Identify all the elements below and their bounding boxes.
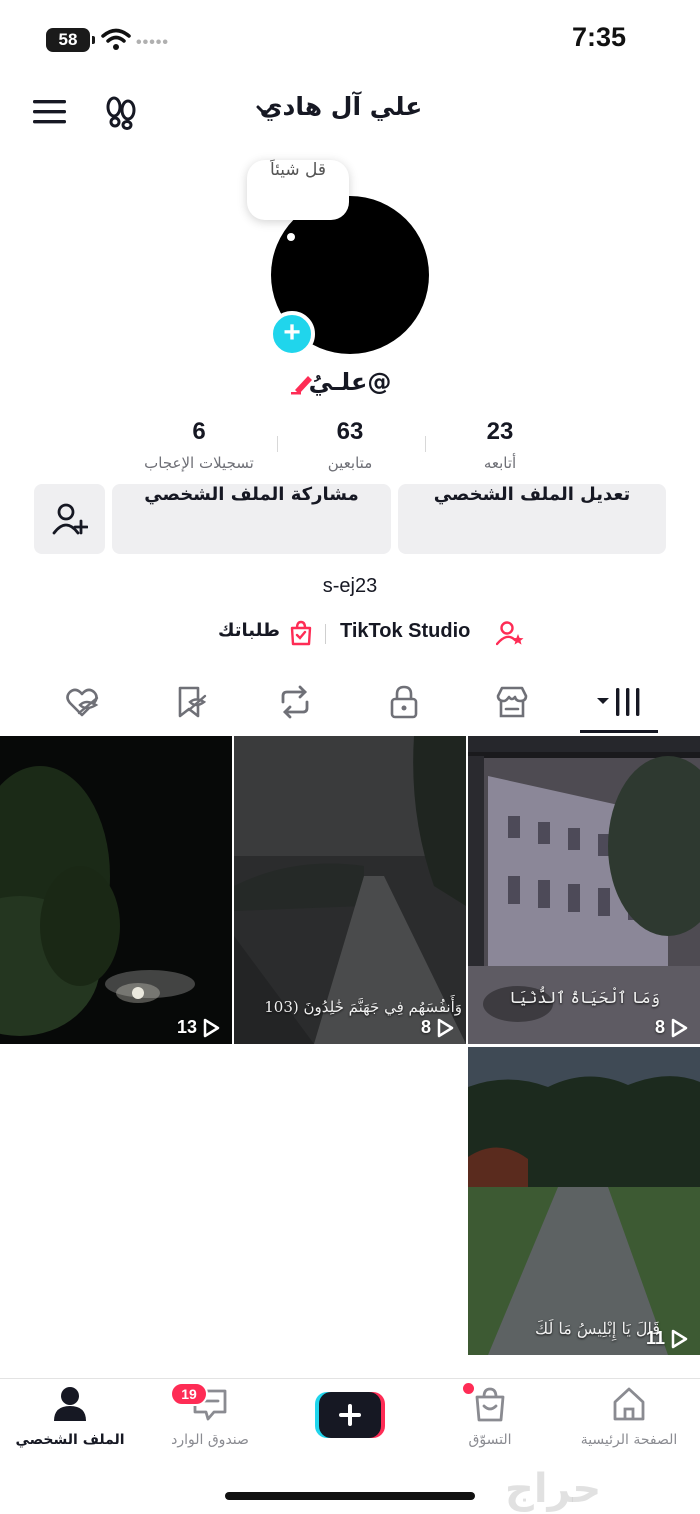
link-divider <box>325 624 326 644</box>
heart-hidden-icon <box>66 688 99 717</box>
video-caption: قَالَ يَا إِبْلِيسُ مَا لَكَ <box>534 1319 660 1338</box>
footprints-icon[interactable] <box>104 96 138 130</box>
video-thumbnail-image <box>0 736 232 1044</box>
tab-reposts[interactable] <box>265 680 325 724</box>
video-thumbnail[interactable]: 13 <box>0 736 232 1044</box>
nav-shop-label: التسوّق <box>468 1432 512 1448</box>
nav-profile[interactable]: الملف الشخصي <box>5 1384 135 1464</box>
active-tab-indicator <box>580 730 658 733</box>
shopping-bag-icon <box>475 1387 505 1422</box>
play-icon <box>437 1018 454 1037</box>
home-icon <box>613 1387 645 1421</box>
tab-private[interactable] <box>374 680 434 724</box>
bio-text: s-ej23 <box>322 575 378 597</box>
plus-icon <box>315 1392 385 1438</box>
notification-dot <box>463 1383 474 1394</box>
nav-shop[interactable]: التسوّق <box>425 1384 555 1464</box>
edit-pencil-icon[interactable] <box>289 372 315 396</box>
status-time: 7:35 <box>571 22 626 52</box>
edit-profile-button[interactable]: تعديل الملف الشخصي <box>398 484 666 554</box>
view-count-value: 8 <box>654 1017 665 1037</box>
view-count: 11 <box>646 1328 688 1349</box>
video-caption: وَأَنفُسَهُم فِي جَهَنَّمَ خَٰلِدُونَ (1… <box>264 998 462 1016</box>
nav-inbox[interactable]: صندوق الوارد <box>145 1384 275 1464</box>
add-friend-button[interactable] <box>34 484 105 554</box>
wifi-icon <box>101 28 131 50</box>
video-thumbnail-image <box>468 1047 700 1355</box>
home-indicator[interactable] <box>225 1492 475 1500</box>
note-bubble-tail <box>287 233 295 241</box>
play-icon <box>671 1018 688 1037</box>
bookmark-hidden-icon <box>178 686 207 718</box>
view-count-value: 8 <box>420 1017 431 1037</box>
add-user-icon <box>52 503 88 535</box>
tab-liked[interactable] <box>52 680 112 724</box>
battery-icon: 58 <box>46 28 95 52</box>
create-button[interactable] <box>315 1392 385 1438</box>
followers-label: متابعين <box>327 454 373 472</box>
share-profile-button[interactable]: مشاركة الملف الشخصي <box>112 484 391 554</box>
studio-icon[interactable] <box>496 620 524 646</box>
video-thumbnail[interactable]: وَمَا ٱلْحَيَاةُ ٱلدُّنْيَا 8 <box>468 736 700 1044</box>
play-icon <box>203 1018 220 1037</box>
video-thumbnail[interactable]: وَأَنفُسَهُم فِي جَهَنَّمَ خَٰلِدُونَ (1… <box>234 736 466 1044</box>
following-count: 23 <box>486 418 514 445</box>
nav-profile-label: الملف الشخصي <box>15 1432 125 1448</box>
inbox-badge: 19 <box>170 1382 208 1406</box>
play-icon <box>671 1329 688 1348</box>
cellular-signal-icon: ••••• <box>136 34 170 51</box>
following-label: أتابعه <box>483 454 517 472</box>
view-count: 8 <box>655 1017 688 1038</box>
person-icon <box>54 1387 86 1421</box>
nav-home-label: الصفحة الرئيسية <box>580 1432 678 1448</box>
grid-icon <box>597 688 640 716</box>
note-bubble[interactable]: قل شيئاَ <box>247 160 349 220</box>
stat-likes[interactable]: 6 تسجيلات الإعجاب <box>119 418 279 472</box>
username-text: @علـيُ <box>308 368 392 396</box>
repost-icon <box>281 685 309 719</box>
menu-icon[interactable] <box>33 99 66 125</box>
view-count: 8 <box>421 1017 454 1038</box>
video-caption: وَمَا ٱلْحَيَاةُ ٱلدُّنْيَا <box>509 988 660 1007</box>
view-count: 13 <box>177 1017 220 1038</box>
tab-videos[interactable] <box>589 680 649 724</box>
stat-followers[interactable]: 63 متابعين <box>270 418 430 472</box>
view-count-value: 13 <box>176 1017 197 1037</box>
view-count-value: 11 <box>645 1328 665 1348</box>
nav-home[interactable]: الصفحة الرئيسية <box>564 1384 694 1464</box>
nav-inbox-label: صندوق الوارد <box>171 1432 249 1448</box>
tab-shop[interactable] <box>482 680 542 724</box>
bottom-nav-divider <box>0 1378 700 1379</box>
your-orders-link[interactable]: طلباتك <box>218 620 280 641</box>
shop-icon <box>496 686 528 718</box>
add-story-button[interactable]: + <box>269 311 315 357</box>
stat-following[interactable]: 23 أتابعه <box>420 418 580 472</box>
followers-count: 63 <box>336 418 364 445</box>
video-thumbnail[interactable]: قَالَ يَا إِبْلِيسُ مَا لَكَ 11 <box>468 1047 700 1355</box>
shopping-bag-icon[interactable] <box>288 620 314 646</box>
tiktok-studio-link[interactable]: TikTok Studio <box>340 620 470 643</box>
tab-favorites[interactable] <box>160 680 220 724</box>
account-name-switcher[interactable]: علي آل هادي <box>256 92 426 121</box>
lock-icon <box>390 685 418 719</box>
likes-count: 6 <box>192 418 206 445</box>
username: @علـيُ <box>250 368 450 396</box>
watermark-logo: حراج <box>505 1466 602 1512</box>
likes-label: تسجيلات الإعجاب <box>144 454 254 472</box>
